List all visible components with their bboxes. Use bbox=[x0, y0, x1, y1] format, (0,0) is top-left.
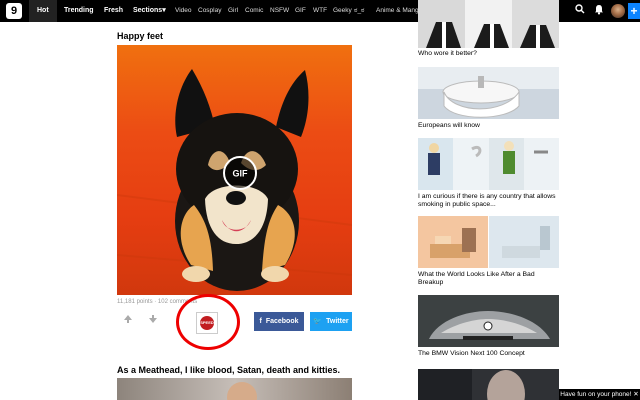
gif-play-icon[interactable]: GIF bbox=[220, 153, 260, 193]
twitter-icon: 🐦 bbox=[313, 318, 323, 325]
nav-category-comic[interactable]: Comic bbox=[245, 0, 263, 22]
facebook-share-label: Facebook bbox=[265, 318, 299, 325]
nav-category-nsfw[interactable]: NSFW bbox=[270, 0, 289, 22]
nav-category-girl[interactable]: Girl bbox=[228, 0, 238, 22]
next-post-title[interactable]: As a Meathead, I like blood, Satan, deat… bbox=[117, 365, 357, 375]
red-circle-highlight bbox=[176, 294, 240, 350]
upvote-button[interactable] bbox=[118, 314, 138, 330]
next-post-face bbox=[227, 382, 257, 400]
user-avatar[interactable] bbox=[611, 4, 625, 18]
nav-fresh[interactable]: Fresh bbox=[104, 0, 123, 22]
sidebar-item-image bbox=[418, 295, 559, 347]
sidebar-item-caption[interactable]: Who wore it better? bbox=[418, 50, 559, 58]
arrow-up-icon bbox=[124, 315, 132, 323]
nav-category-disapproval[interactable]: ಠ_ಠ bbox=[354, 0, 365, 22]
mobile-app-toast[interactable]: Have fun on your phone! ✕ bbox=[559, 389, 640, 400]
sidebar-item-image bbox=[418, 67, 559, 119]
sidebar-item-caption[interactable]: I am curious if there is any country tha… bbox=[418, 193, 559, 209]
nav-sections[interactable]: Sections▾ bbox=[133, 0, 166, 22]
nav-category-cosplay[interactable]: Cosplay bbox=[198, 0, 221, 22]
sidebar-item-caption[interactable]: The BMW Vision Next 100 Concept bbox=[418, 350, 559, 358]
sidebar-item-caption[interactable]: Europeans will know bbox=[418, 122, 559, 130]
twitter-share-label: Twitter bbox=[326, 318, 349, 325]
chevron-down-icon: ▾ bbox=[162, 7, 166, 14]
nav-trending[interactable]: Trending bbox=[64, 0, 94, 22]
next-post-image[interactable] bbox=[117, 378, 352, 400]
facebook-share-button[interactable]: f Facebook bbox=[254, 312, 304, 331]
nav-category-geeky[interactable]: Geeky bbox=[333, 0, 352, 22]
facebook-icon: f bbox=[259, 318, 262, 325]
men-in-suits-thumbnail bbox=[418, 0, 559, 48]
nav-sections-label: Sections bbox=[133, 7, 163, 14]
sidebar-item-caption[interactable]: What the World Looks Like After a Bad Br… bbox=[418, 271, 559, 287]
dark-portrait-thumbnail bbox=[418, 369, 559, 400]
sidebar-item-image bbox=[418, 216, 559, 268]
sidebar-item-image bbox=[418, 138, 559, 190]
arrow-down-icon bbox=[149, 315, 157, 323]
breakup-comic-thumbnail bbox=[418, 216, 559, 268]
site-logo[interactable]: 9 bbox=[6, 3, 22, 19]
nav-category-video[interactable]: Video bbox=[175, 0, 192, 22]
downvote-button[interactable] bbox=[143, 314, 163, 330]
notification-bell-icon[interactable] bbox=[592, 4, 606, 18]
nav-category-wtf[interactable]: WTF bbox=[313, 0, 327, 22]
bidet-thumbnail bbox=[418, 67, 559, 119]
sidebar-item-image bbox=[418, 0, 559, 48]
sidebar-item-image bbox=[418, 369, 559, 400]
smoking-comic-thumbnail bbox=[418, 138, 559, 190]
post-title[interactable]: Happy feet bbox=[117, 31, 357, 41]
nav-category-anime-manga[interactable]: Anime & Manga bbox=[376, 0, 422, 22]
search-icon[interactable] bbox=[573, 4, 587, 18]
nav-category-gif[interactable]: GIF bbox=[295, 0, 306, 22]
upload-button[interactable]: + bbox=[628, 3, 640, 19]
twitter-share-button[interactable]: 🐦 Twitter bbox=[310, 312, 352, 331]
car-concept-thumbnail bbox=[418, 295, 559, 347]
nav-hot[interactable]: Hot bbox=[29, 0, 57, 22]
post-gif-image[interactable]: GIF bbox=[117, 45, 352, 295]
gif-label: GIF bbox=[233, 169, 249, 179]
